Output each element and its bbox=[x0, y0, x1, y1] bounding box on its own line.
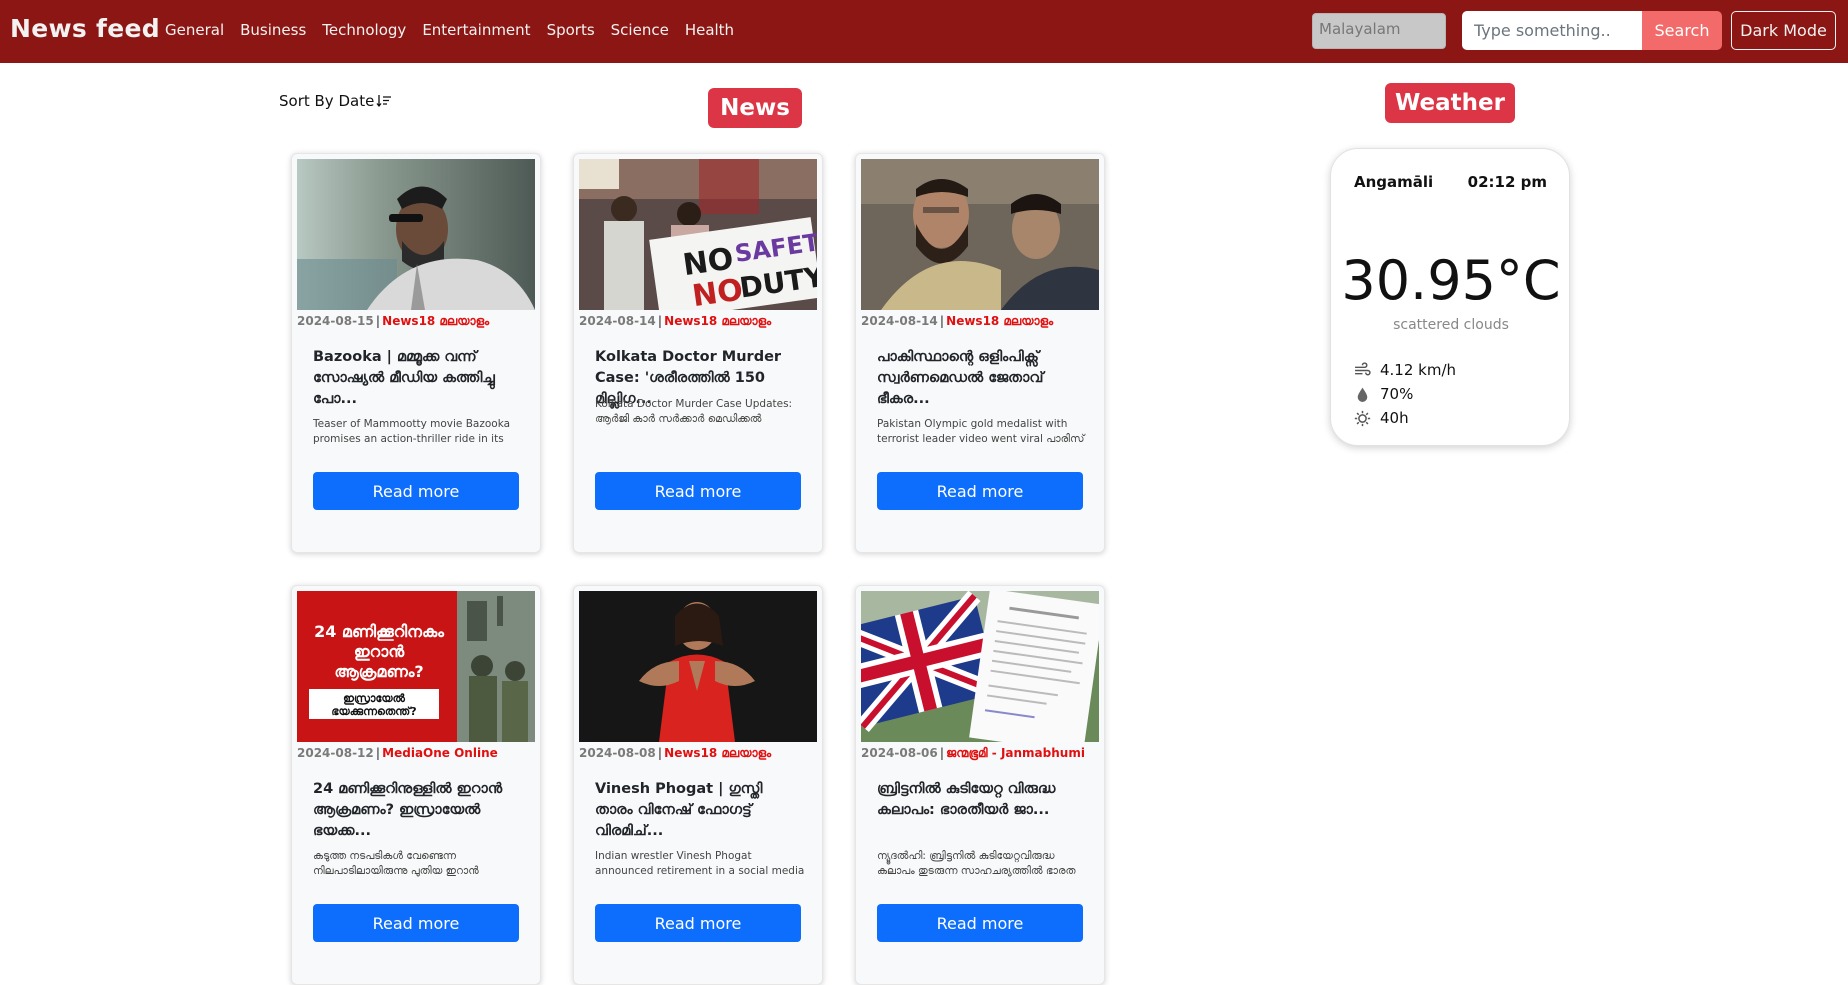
weather-temperature: 30.95°C bbox=[1341, 249, 1561, 312]
weather-description: scattered clouds bbox=[1393, 317, 1509, 333]
news-date: 2024-08-14 bbox=[579, 314, 656, 328]
nav-links: General Business Technology Entertainmen… bbox=[165, 21, 750, 39]
nav-link-health[interactable]: Health bbox=[685, 21, 734, 39]
weather-card: Angamāli 02:12 pm 30.95°C scattered clou… bbox=[1330, 148, 1570, 446]
news-source[interactable]: News18 മലയാളം bbox=[664, 314, 771, 328]
news-meta: 2024-08-12 | MediaOne Online bbox=[297, 746, 498, 760]
read-more-button[interactable]: Read more bbox=[595, 472, 801, 510]
sort-label: Sort By Date bbox=[279, 92, 375, 110]
news-date: 2024-08-08 bbox=[579, 746, 656, 760]
sun-icon bbox=[1354, 410, 1371, 426]
news-date: 2024-08-12 bbox=[297, 746, 374, 760]
read-more-button[interactable]: Read more bbox=[877, 904, 1083, 942]
weather-humidity-row: 70% bbox=[1354, 385, 1413, 403]
svg-text:ഭയക്കുന്നതെന്ത്?: ഭയക്കുന്നതെന്ത്? bbox=[331, 705, 416, 718]
news-date: 2024-08-14 bbox=[861, 314, 938, 328]
svg-text:ആക്രമണം?: ആക്രമണം? bbox=[334, 662, 423, 682]
language-select[interactable]: Malayalam bbox=[1312, 13, 1446, 49]
news-source[interactable]: News18 മലയാളം bbox=[382, 314, 489, 328]
brand-logo[interactable]: News feed bbox=[10, 14, 160, 43]
news-description: Indian wrestler Vinesh Phogat announced … bbox=[595, 850, 805, 877]
weather-section-badge: Weather bbox=[1385, 83, 1515, 123]
news-date: 2024-08-15 bbox=[297, 314, 374, 328]
news-description: Kolkata Doctor Murder Case Updates: ആർജി… bbox=[595, 398, 793, 425]
nav-link-science[interactable]: Science bbox=[611, 21, 669, 39]
news-meta: 2024-08-08 | News18 മലയാളം bbox=[579, 746, 772, 760]
weather-time: 02:12 pm bbox=[1467, 173, 1547, 191]
svg-text:ഇസ്രായേൽ: ഇസ്രായേൽ bbox=[343, 692, 405, 705]
news-card: NO SAFETY NO DUTY 2024-08-14 | News18 മലയാ… bbox=[573, 153, 823, 553]
weather-sun-row: 40h bbox=[1354, 409, 1409, 427]
news-date: 2024-08-06 bbox=[861, 746, 938, 760]
weather-sun-hours: 40h bbox=[1380, 409, 1409, 427]
news-card: 2024-08-08 | News18 മലയാളം Vinesh Phogat |… bbox=[573, 585, 823, 985]
dark-mode-button[interactable]: Dark Mode bbox=[1731, 11, 1836, 50]
news-title: ബ്രിട്ടനിൽ കുടിയേറ്റ വിരുദ്ധ കലാപം: ഭാരത… bbox=[877, 781, 1056, 818]
news-thumbnail: 24 മണിക്കൂറിനകം ഇറാൻ ആക്രമണം? ഇസ്രായേൽ ഭ… bbox=[297, 591, 535, 742]
read-more-button[interactable]: Read more bbox=[595, 904, 801, 942]
news-source[interactable]: MediaOne Online bbox=[382, 746, 498, 760]
news-source[interactable]: News18 മലയാളം bbox=[946, 314, 1053, 328]
news-description: Teaser of Mammootty movie Bazooka promis… bbox=[313, 418, 511, 445]
wind-icon bbox=[1355, 361, 1371, 375]
news-card: 2024-08-15 | News18 മലയാളം Bazooka | മമ്മൂ… bbox=[291, 153, 541, 553]
sort-by-date-button[interactable]: Sort By Date bbox=[279, 92, 392, 110]
humidity-drop-icon bbox=[1357, 387, 1368, 402]
news-thumbnail bbox=[297, 159, 535, 310]
weather-wind-row: 4.12 km/h bbox=[1354, 361, 1456, 379]
read-more-button[interactable]: Read more bbox=[877, 472, 1083, 510]
news-thumbnail: NO SAFETY NO DUTY bbox=[579, 159, 817, 310]
nav-link-sports[interactable]: Sports bbox=[547, 21, 595, 39]
read-more-button[interactable]: Read more bbox=[313, 472, 519, 510]
news-description: ന്യൂദൽഹി: ബ്രിട്ടനിൽ കുടിയേറ്റവിരുദ്ധ കല… bbox=[877, 850, 1076, 877]
navbar: News feed General Business Technology En… bbox=[0, 0, 1848, 63]
svg-text:NO: NO bbox=[690, 272, 745, 310]
news-thumbnail bbox=[861, 159, 1099, 310]
news-title: Vinesh Phogat | ഗുസ്തി താരം വിനേഷ് ഫോഗട്… bbox=[595, 781, 763, 839]
search-input[interactable] bbox=[1462, 11, 1642, 50]
news-meta: 2024-08-14 | News18 മലയാളം bbox=[861, 314, 1054, 328]
news-thumbnail bbox=[861, 591, 1099, 742]
weather-city: Angamāli bbox=[1354, 173, 1434, 191]
news-card: 2024-08-06 | ജന്മഭൂമി - Janmabhumi ബ്രിട്ട… bbox=[855, 585, 1105, 985]
thumbnail-overlay-text: 24 മണിക്കൂറിനകം bbox=[314, 622, 445, 641]
news-source[interactable]: News18 മലയാളം bbox=[664, 746, 771, 760]
nav-link-entertainment[interactable]: Entertainment bbox=[422, 21, 530, 39]
nav-link-general[interactable]: General bbox=[165, 21, 224, 39]
weather-wind: 4.12 km/h bbox=[1380, 361, 1457, 379]
svg-text:ഇറാൻ: ഇറാൻ bbox=[354, 642, 405, 661]
news-meta: 2024-08-06 | ജന്മഭൂമി - Janmabhumi bbox=[861, 746, 1085, 760]
news-meta: 2024-08-14 | News18 മലയാളം bbox=[579, 314, 772, 328]
weather-humidity: 70% bbox=[1380, 385, 1414, 403]
news-description: കടുത്ത നടപടികൾ വേണ്ടെന്ന നിലപാടിലായിരുന്… bbox=[313, 850, 479, 877]
news-source[interactable]: ജന്മഭൂമി - Janmabhumi bbox=[946, 746, 1085, 760]
nav-link-business[interactable]: Business bbox=[240, 21, 306, 39]
nav-link-technology[interactable]: Technology bbox=[322, 21, 406, 39]
news-title: Bazooka | മമ്മൂക്ക വന്ന് സോഷ്യൽ മീഡിയ കത… bbox=[313, 349, 495, 407]
news-card: 2024-08-14 | News18 മലയാളം പാകിസ്ഥാന്റെ ഒള… bbox=[855, 153, 1105, 553]
news-title: പാകിസ്ഥാന്റെ ഒളിംപിക്സ് സ്വർണമെഡൽ ജേതാവ്… bbox=[877, 349, 1044, 407]
sort-descending-icon bbox=[376, 95, 392, 108]
news-section-badge: News bbox=[708, 88, 802, 128]
news-card: 24 മണിക്കൂറിനകം ഇറാൻ ആക്രമണം? ഇസ്രായേൽ ഭ… bbox=[291, 585, 541, 985]
search-button[interactable]: Search bbox=[1642, 11, 1722, 50]
news-title: 24 മണിക്കൂറിനുള്ളിൽ ഇറാൻ ആക്രമണം? ഇസ്രായ… bbox=[313, 781, 503, 839]
news-thumbnail bbox=[579, 591, 817, 742]
news-description: Pakistan Olympic gold medalist with terr… bbox=[877, 418, 1085, 445]
news-meta: 2024-08-15 | News18 മലയാളം bbox=[297, 314, 490, 328]
read-more-button[interactable]: Read more bbox=[313, 904, 519, 942]
